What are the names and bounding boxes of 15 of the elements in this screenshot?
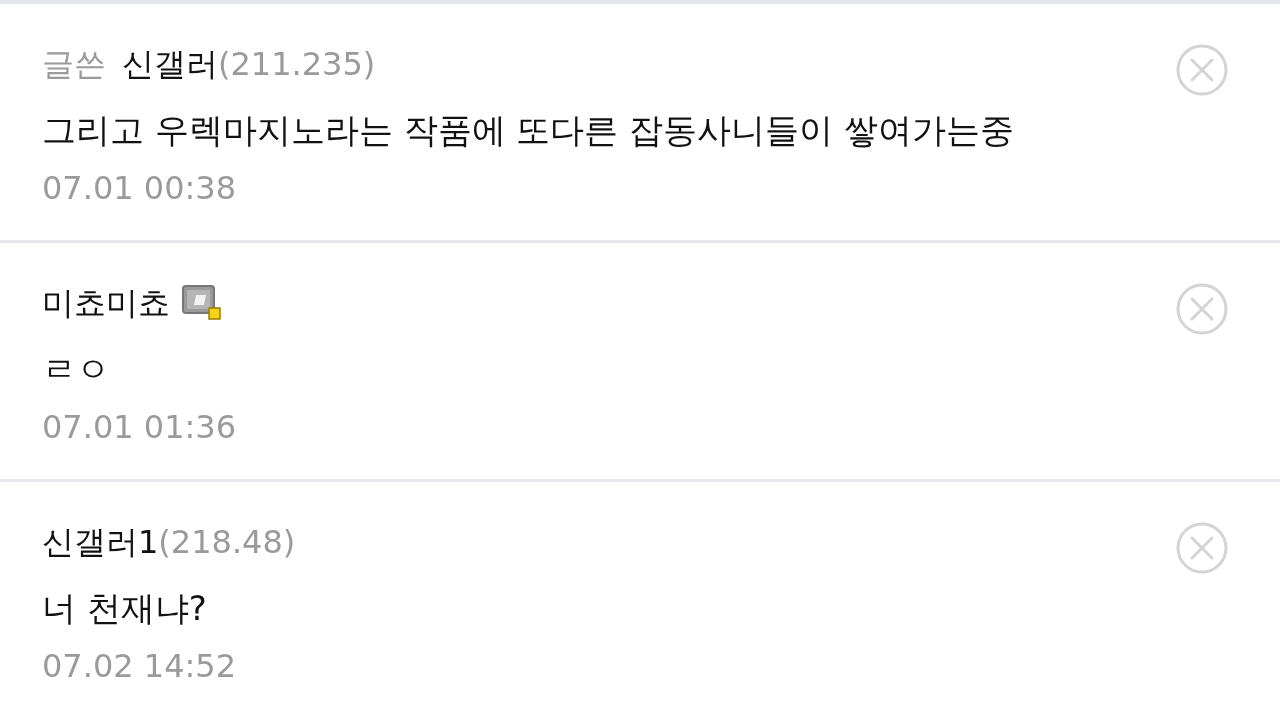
delete-icon[interactable]	[1174, 281, 1230, 337]
comment-text: 너 천재냐?	[42, 587, 208, 630]
writer-tag: 글쓴	[42, 40, 106, 88]
ip-address: (218.48)	[158, 522, 296, 563]
comment-date: 07.02 14:52	[42, 646, 237, 687]
delete-icon[interactable]	[1174, 42, 1230, 98]
comment-text: 그리고 우렉마지노라는 작품에 또다른 잡동사니들이 쌓여가는중	[42, 109, 1015, 152]
delete-icon[interactable]	[1174, 520, 1230, 576]
ip-address: (211.235)	[218, 44, 376, 85]
commenter-name: 신갤러1	[42, 522, 159, 563]
comment-date: 07.01 01:36	[42, 407, 236, 448]
comment-text: ㄹㅇ	[42, 348, 111, 391]
commenter-name: 신갤러	[122, 44, 218, 85]
comment-date: 07.01 00:38	[42, 168, 237, 209]
commenter-name: 미쵸미쵸	[42, 283, 170, 324]
